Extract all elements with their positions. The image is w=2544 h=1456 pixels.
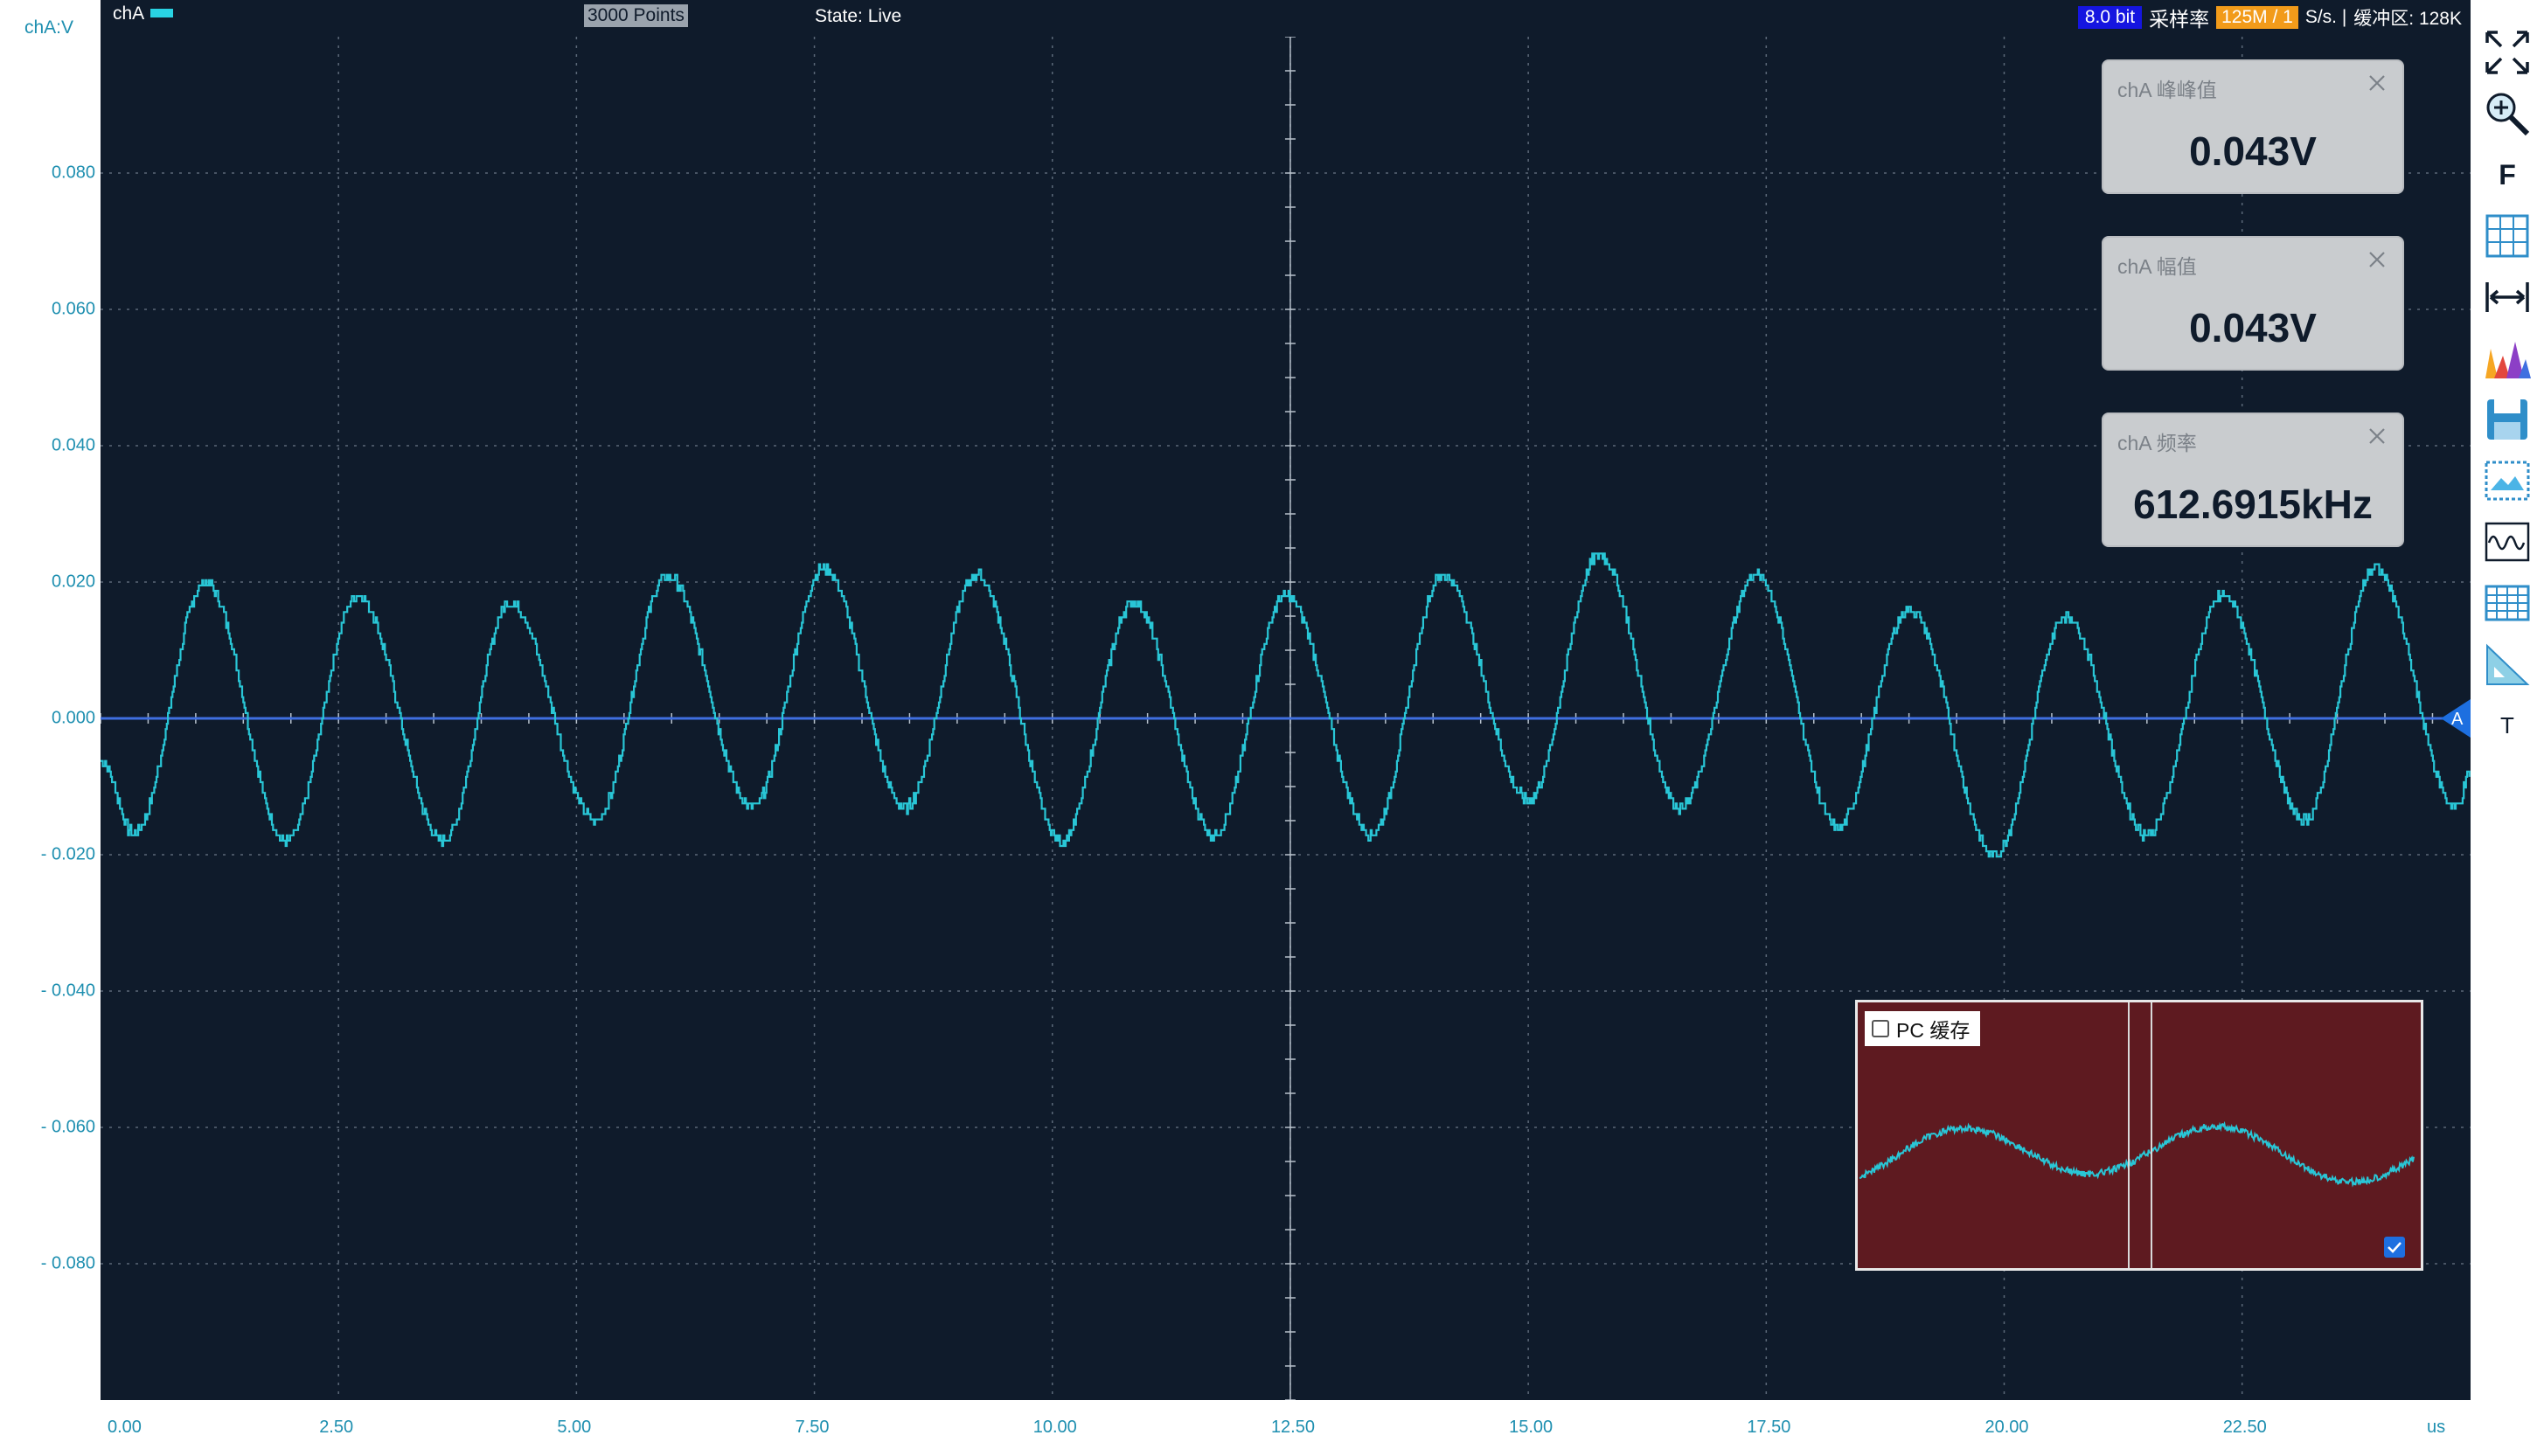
y-tick-label: - 0.080	[40, 1253, 95, 1273]
channel-color-indicator	[150, 9, 173, 17]
sample-rate-unit: S/s. |	[2304, 7, 2347, 27]
buffer-size[interactable]: 缓冲区: 128K	[2353, 4, 2462, 31]
table-icon	[2485, 585, 2530, 621]
x-tick-label: 0.00	[108, 1418, 142, 1437]
state-text: State: Live	[815, 6, 902, 26]
spectrum-icon	[2485, 342, 2531, 378]
measure-span-button[interactable]	[2479, 271, 2535, 323]
top-status-bar: chA 3000 Points State: Live 8.0 bit 采样率 …	[101, 0, 2471, 37]
save-icon	[2487, 399, 2527, 440]
x-tick-label: 10.00	[1032, 1418, 1077, 1437]
oscilloscope-window: chA 3000 Points State: Live 8.0 bit 采样率 …	[0, 0, 2544, 1456]
spectrum-button[interactable]	[2479, 332, 2535, 385]
grid-icon	[2485, 214, 2529, 258]
close-icon[interactable]	[2364, 70, 2390, 96]
fullscreen-button[interactable]	[2479, 26, 2535, 79]
fullscreen-icon	[2485, 31, 2529, 74]
overview-checkbox[interactable]	[2384, 1237, 2405, 1258]
x-tick-label: 15.00	[1509, 1418, 1554, 1437]
y-tick-label: 0.060	[51, 299, 95, 319]
ruler-icon	[2486, 643, 2530, 685]
image-icon	[2485, 461, 2530, 501]
x-tick-label: 20.00	[1984, 1418, 2029, 1437]
x-tick-label: 22.50	[2222, 1418, 2267, 1437]
waveform-icon	[2485, 522, 2530, 562]
measurement-value: 0.043V	[2189, 128, 2317, 174]
zoom-in-icon	[2486, 93, 2530, 136]
points-badge[interactable]: 3000 Points	[584, 4, 688, 27]
x-axis-unit: us	[2427, 1418, 2446, 1437]
x-tick-label: 17.50	[1747, 1418, 1791, 1437]
measurement-title: chA 频率	[2117, 432, 2197, 454]
x-tick-label: 7.50	[795, 1418, 830, 1437]
close-icon[interactable]	[2364, 246, 2390, 273]
pc-cache-toggle[interactable]: PC 缓存	[1865, 1011, 1981, 1046]
acquisition-status: 8.0 bit 采样率 125M / 1 S/s. | 缓冲区: 128K	[2077, 4, 2471, 31]
measurement-card-amplitude[interactable]: chA 幅值 0.043V	[2102, 236, 2404, 371]
right-toolbar: F T	[2471, 0, 2544, 1031]
close-icon[interactable]	[2364, 423, 2390, 449]
x-axis: 0.00 2.50 5.00 7.50 10.00 12.50 15.00 17.50 20.0…	[101, 1400, 2471, 1456]
grid-button[interactable]	[2479, 210, 2535, 262]
measurement-card-peak-to-peak[interactable]: chA 峰峰值 0.043V	[2102, 59, 2404, 194]
sample-rate-label: 采样率	[2149, 8, 2210, 31]
y-tick-label: - 0.040	[40, 981, 95, 1001]
zoom-button[interactable]	[2479, 87, 2535, 140]
trigger-marker-label: A	[2451, 710, 2464, 729]
x-tick-label: 2.50	[319, 1418, 354, 1437]
overview-panel[interactable]: PC 缓存	[1855, 1000, 2423, 1271]
chA-waveform	[101, 552, 2471, 858]
bit-depth-badge[interactable]: 8.0 bit	[2077, 6, 2143, 29]
y-tick-label: - 0.020	[40, 844, 95, 864]
measurement-value: 0.043V	[2189, 305, 2317, 350]
measurement-title: chA 峰峰值	[2117, 79, 2217, 101]
y-tick-label: 0.040	[51, 435, 95, 455]
waveform-button[interactable]	[2479, 516, 2535, 568]
y-tick-label: - 0.060	[40, 1117, 95, 1137]
y-axis-unit-label: chA:V	[24, 17, 74, 38]
y-tick-label: 0.000	[51, 708, 95, 728]
y-tick-label: 0.080	[51, 163, 95, 183]
save-button[interactable]	[2479, 393, 2535, 446]
check-icon	[2388, 1242, 2402, 1253]
y-axis: chA:V 0.080 0.060 0.040 0.020 0.000 - 0.020 - …	[0, 0, 101, 1456]
measurement-value: 612.6915kHz	[2133, 482, 2373, 527]
pc-cache-label: PC 缓存	[1896, 1019, 1971, 1042]
measurement-title: chA 幅值	[2117, 255, 2197, 278]
f-button[interactable]: F	[2479, 149, 2535, 201]
ruler-button[interactable]	[2479, 638, 2535, 690]
x-tick-label: 12.50	[1270, 1418, 1315, 1437]
table-button[interactable]	[2479, 577, 2535, 629]
measure-span-icon	[2485, 282, 2529, 312]
x-tick-label: 5.00	[557, 1418, 592, 1437]
pc-cache-checkbox[interactable]	[1872, 1020, 1889, 1037]
f-label: F	[2499, 158, 2516, 191]
trigger-marker[interactable]: A	[2441, 699, 2471, 738]
image-button[interactable]	[2479, 454, 2535, 507]
y-tick-label: 0.020	[51, 572, 95, 592]
sample-rate-badge[interactable]: 125M / 1	[2216, 6, 2298, 29]
text-tool-label: T	[2500, 711, 2514, 738]
measurement-card-frequency[interactable]: chA 频率 612.6915kHz	[2102, 413, 2404, 547]
text-button[interactable]: T	[2479, 699, 2535, 752]
channel-label[interactable]: chA	[113, 3, 144, 24]
